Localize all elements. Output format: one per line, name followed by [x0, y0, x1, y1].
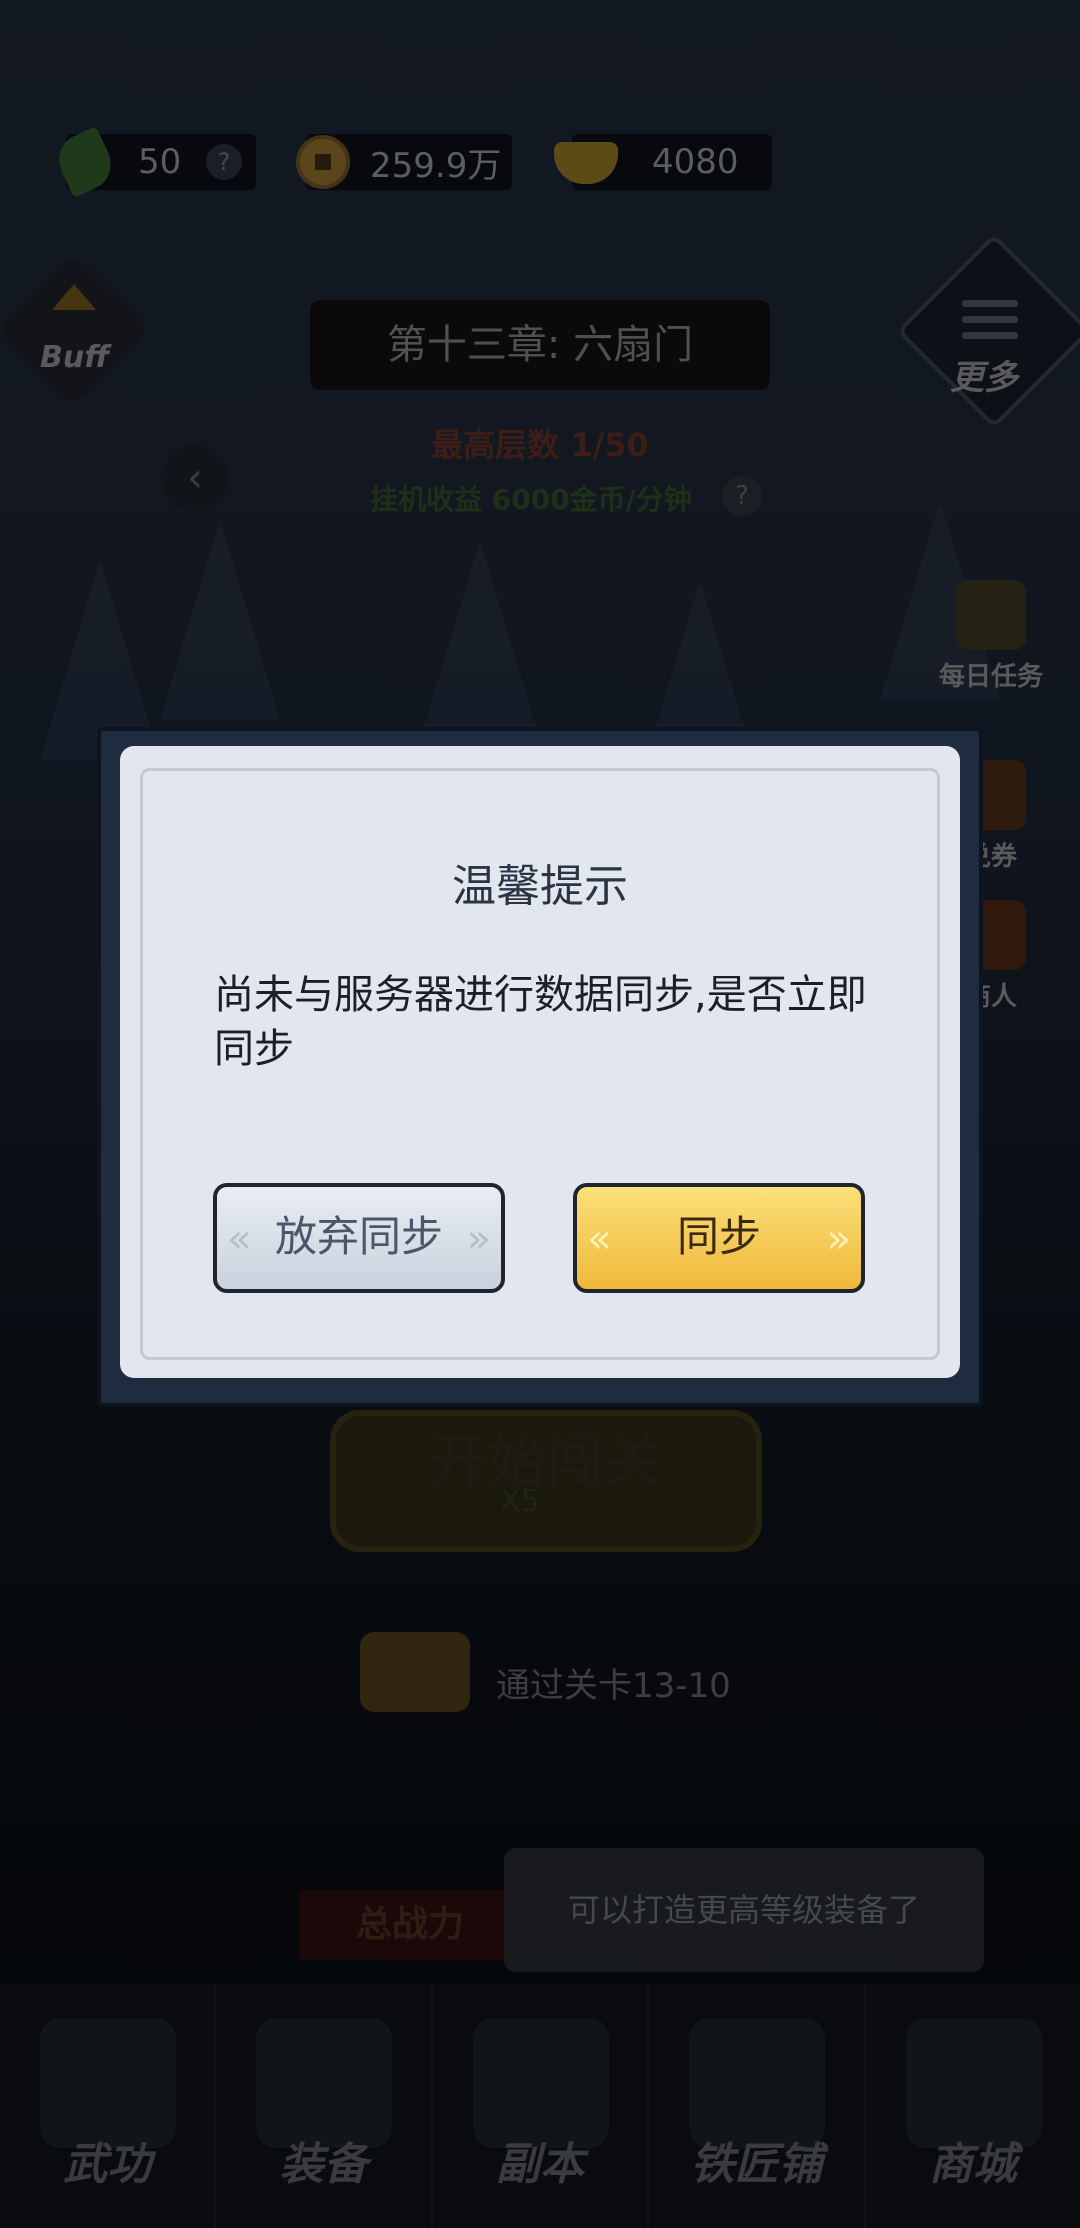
chevron-right-icon: » — [466, 1216, 491, 1262]
sync-label: 同步 — [676, 1212, 761, 1261]
chevron-right-icon: » — [826, 1216, 851, 1262]
chevron-left-icon: « — [227, 1216, 252, 1262]
abandon-sync-label: 放弃同步 — [274, 1212, 443, 1261]
dialog-message: 尚未与服务器进行数据同步,是否立即同步 — [214, 972, 867, 1072]
sync-button[interactable]: « 同步 » — [573, 1183, 865, 1293]
chevron-left-icon: « — [587, 1216, 612, 1262]
dialog-title: 温馨提示 — [452, 861, 628, 912]
abandon-sync-button[interactable]: « 放弃同步 » — [213, 1183, 505, 1293]
